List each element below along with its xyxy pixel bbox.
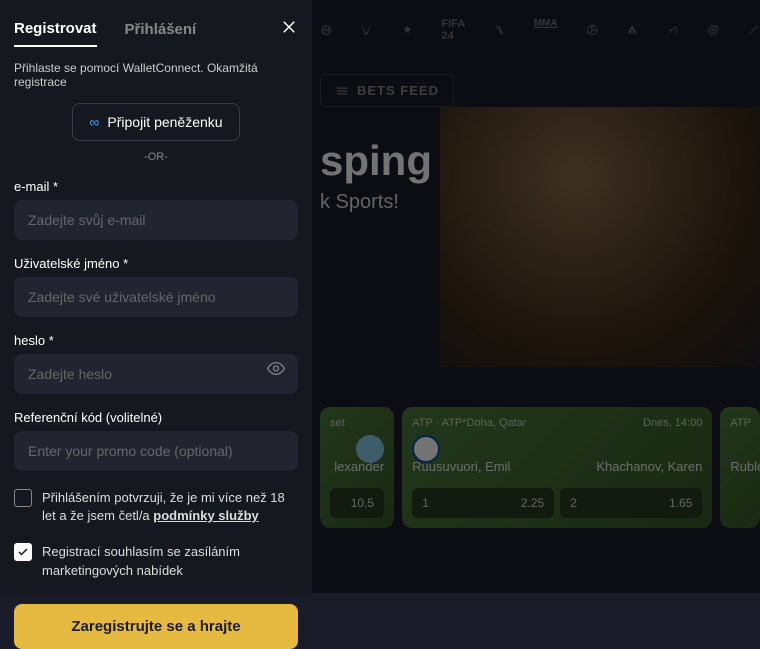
tab-register[interactable]: Registrovat [14, 12, 97, 47]
eye-icon[interactable] [266, 359, 286, 384]
nba-icon[interactable] [493, 18, 505, 42]
hockey-icon[interactable] [360, 18, 372, 42]
check-icon [17, 546, 29, 558]
baseball-icon[interactable] [747, 18, 759, 42]
bets-feed-label: BETS FEED [357, 83, 439, 98]
card-league: set [330, 417, 345, 429]
register-modal: Registrovat Přihlášení Přihlaste se pomo… [0, 0, 312, 593]
card-league: ATP [412, 417, 432, 429]
odd-button[interactable]: 10.5 [330, 488, 384, 518]
flag-icon [412, 435, 440, 463]
bets-feed-button[interactable]: BETS FEED [320, 74, 454, 107]
card-time: Dnes, 14:00 [643, 417, 702, 429]
email-input[interactable] [14, 200, 298, 240]
marketing-checkbox[interactable] [14, 543, 32, 561]
player-name: Khachanov, Karen [596, 459, 702, 474]
match-card[interactable]: set lexander 10.5 [320, 407, 394, 528]
terms-link[interactable]: podmínky služby [153, 508, 258, 523]
age-consent-text: Přihlášením potvrzuji, že je mi více než… [42, 489, 298, 525]
or-divider: -OR- [14, 151, 298, 163]
tab-login[interactable]: Přihlášení [125, 13, 197, 46]
basketball-icon[interactable] [320, 18, 332, 42]
billiards-icon[interactable] [626, 18, 638, 42]
card-league: ATP [730, 417, 751, 429]
email-label: e-mail * [14, 179, 298, 194]
walletconnect-icon: ∞ [89, 114, 99, 130]
username-label: Uživatelské jméno * [14, 256, 298, 271]
walletconnect-hint: Přihlaste se pomocí WalletConnect. Okamž… [14, 61, 298, 89]
password-input[interactable] [14, 354, 298, 394]
age-checkbox[interactable] [14, 489, 32, 507]
close-icon[interactable] [280, 18, 298, 41]
connect-wallet-button[interactable]: ∞ Připojit peněženku [72, 103, 239, 141]
flag-icon [356, 435, 384, 463]
match-card[interactable]: ATP · ATP*Doha, Qatar Dnes, 14:00 Ruusuv… [402, 407, 712, 528]
marketing-consent-text: Registrací souhlasím se zasíláním market… [42, 543, 298, 579]
username-input[interactable] [14, 277, 298, 317]
volleyball-icon[interactable] [586, 18, 598, 42]
odd-button[interactable]: 21.65 [560, 488, 702, 518]
match-card[interactable]: ATP Ruble [720, 407, 760, 528]
referral-label: Referenční kód (volitelné) [14, 410, 298, 425]
password-label: heslo * [14, 333, 298, 348]
mma-icon[interactable]: MMA [534, 18, 558, 42]
darts-icon[interactable] [707, 18, 719, 42]
hero-banner: sping k Sports! [320, 107, 760, 367]
hero-image [440, 107, 760, 367]
esports-icon[interactable] [401, 18, 413, 42]
odd-button[interactable]: 12.25 [412, 488, 554, 518]
referral-input[interactable] [14, 431, 298, 471]
wallet-button-label: Připojit peněženku [107, 114, 222, 130]
player-name: Ruble [730, 459, 760, 474]
fifa-icon[interactable]: FIFA24 [441, 18, 465, 42]
register-submit-button[interactable]: Zaregistrujte se a hrajte [14, 604, 298, 649]
menu-icon [335, 84, 349, 98]
horse-icon[interactable] [667, 18, 679, 42]
